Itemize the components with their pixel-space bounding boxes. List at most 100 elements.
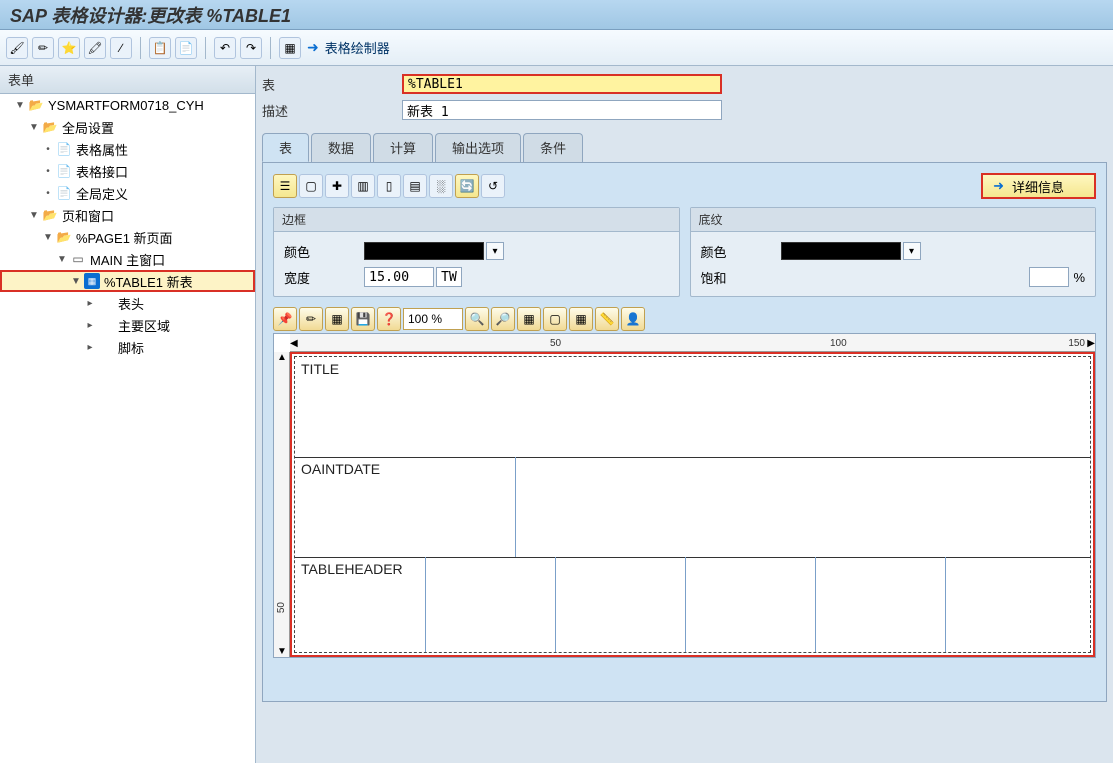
- refresh-icon[interactable]: 🔄: [455, 174, 479, 198]
- tab[interactable]: 数据: [311, 133, 371, 162]
- details-label: 详细信息: [1012, 177, 1064, 196]
- tree-node-label: %TABLE1 新表: [104, 272, 193, 291]
- tool-undo-icon[interactable]: ↶: [214, 37, 236, 59]
- pattern-btn-1-icon[interactable]: ☰: [273, 174, 297, 198]
- tree-item[interactable]: •📄全局定义: [0, 182, 255, 204]
- tree-toggle-icon[interactable]: ▸: [84, 320, 96, 331]
- undo-icon[interactable]: ↺: [481, 174, 505, 198]
- pattern-btn-3-icon[interactable]: ✚: [325, 174, 349, 198]
- table-name-input[interactable]: [402, 74, 722, 94]
- border-width-label: 宽度: [284, 268, 364, 287]
- shading-color-swatch[interactable]: [781, 242, 901, 260]
- description-label: 描述: [262, 101, 402, 120]
- ruler-tick: 50: [276, 602, 287, 613]
- tree-item[interactable]: ▼📂页和窗口: [0, 204, 255, 226]
- tree-toggle-icon[interactable]: ▼: [28, 122, 40, 133]
- description-input[interactable]: [402, 100, 722, 120]
- table-painter-label[interactable]: 表格绘制器: [325, 38, 390, 57]
- tool-brush-icon[interactable]: 🖍: [84, 37, 106, 59]
- tool-layout-icon[interactable]: ▦: [279, 37, 301, 59]
- ruler-tick: 100: [830, 338, 847, 349]
- tree-toggle-icon[interactable]: ▼: [28, 210, 40, 221]
- border-color-picker-icon[interactable]: ▾: [486, 242, 504, 260]
- window-title: SAP 表格设计器:更改表 %TABLE1: [10, 2, 291, 28]
- col-divider: [945, 557, 946, 652]
- zoom-in-icon[interactable]: 🔍: [465, 307, 489, 331]
- tree-node-icon: 📂: [28, 97, 44, 113]
- table-editor[interactable]: ◀ 50 100 150 ▶ ▲ 50 ▼: [273, 333, 1096, 658]
- pattern-btn-6-icon[interactable]: ▤: [403, 174, 427, 198]
- editor-toolbar: 📌 ✏ ▦ 💾 ❓ 100 % 🔍 🔎 ▦ ▢ ▦ 📏 👤: [273, 307, 1096, 331]
- tree-toggle-icon[interactable]: ▼: [56, 254, 68, 265]
- tree-toggle-icon[interactable]: •: [42, 166, 54, 177]
- tree-toggle-icon[interactable]: •: [42, 144, 54, 155]
- shading-group: 底纹 颜色 ▾ 饱和 %: [690, 207, 1097, 297]
- main-layout: 表单 ▼📂YSMARTFORM0718_CYH▼📂全局设置•📄表格属性•📄表格接…: [0, 66, 1113, 763]
- tree-item[interactable]: •📄表格接口: [0, 160, 255, 182]
- border-color-swatch[interactable]: [364, 242, 484, 260]
- tool-slash-icon[interactable]: ∕: [110, 37, 132, 59]
- pattern-btn-5-icon[interactable]: ▯: [377, 174, 401, 198]
- grid1-icon[interactable]: ▢: [543, 307, 567, 331]
- tree-node-icon: [98, 339, 114, 355]
- zoom-out-icon[interactable]: 🔎: [491, 307, 515, 331]
- pattern-btn-4-icon[interactable]: ▥: [351, 174, 375, 198]
- tree-item[interactable]: ▸ 脚标: [0, 336, 255, 358]
- tree-node-label: 脚标: [118, 338, 144, 357]
- select-icon[interactable]: ▦: [517, 307, 541, 331]
- tree-item[interactable]: ▸表头: [0, 292, 255, 314]
- tree-toggle-icon[interactable]: ▼: [42, 232, 54, 243]
- tree-node-label: %PAGE1 新页面: [76, 228, 173, 247]
- border-group: 边框 颜色 ▾ 宽度 TW: [273, 207, 680, 297]
- pattern-btn-7-icon[interactable]: ░: [429, 174, 453, 198]
- col-divider: [555, 557, 556, 652]
- tree-item[interactable]: ▸主要区域: [0, 314, 255, 336]
- save-icon[interactable]: 💾: [351, 307, 375, 331]
- tool-activate-icon[interactable]: 🖌: [6, 37, 28, 59]
- tab-body: ☰ ▢ ✚ ▥ ▯ ▤ ░ 🔄 ↺ ➜ 详细信息 边框: [262, 162, 1107, 702]
- tool-test-icon[interactable]: ⭐: [58, 37, 80, 59]
- tree-toggle-icon[interactable]: ▸: [84, 298, 96, 309]
- tab[interactable]: 表: [262, 133, 309, 162]
- tree-node-label: YSMARTFORM0718_CYH: [48, 98, 204, 113]
- pen-icon[interactable]: ✏: [299, 307, 323, 331]
- tree-toggle-icon[interactable]: •: [42, 188, 54, 199]
- tree-item[interactable]: ▼📂 YSMARTFORM0718_CYH: [0, 94, 255, 116]
- pin-icon[interactable]: 📌: [273, 307, 297, 331]
- tree-item[interactable]: ▼📂全局设置: [0, 116, 255, 138]
- tree-item[interactable]: ▼▦%TABLE1 新表: [0, 270, 255, 292]
- pattern-btn-2-icon[interactable]: ▢: [299, 174, 323, 198]
- tool-redo-icon[interactable]: ↷: [240, 37, 262, 59]
- grid-icon[interactable]: ▦: [325, 307, 349, 331]
- tab[interactable]: 输出选项: [435, 133, 521, 162]
- shading-sat-input[interactable]: [1029, 267, 1069, 287]
- zoom-value[interactable]: 100 %: [403, 308, 463, 330]
- tree-item[interactable]: ▼▭MAIN 主窗口: [0, 248, 255, 270]
- row-divider: [295, 457, 1090, 458]
- measure-icon[interactable]: 📏: [595, 307, 619, 331]
- ruler-tick: 150: [1068, 338, 1085, 349]
- tab[interactable]: 计算: [373, 133, 433, 162]
- tool-check-icon[interactable]: ✏: [32, 37, 54, 59]
- border-color-label: 颜色: [284, 242, 364, 261]
- cell-tableheader: TABLEHEADER: [301, 561, 403, 577]
- help-icon[interactable]: ❓: [377, 307, 401, 331]
- nav-tree[interactable]: ▼📂YSMARTFORM0718_CYH▼📂全局设置•📄表格属性•📄表格接口•📄…: [0, 94, 255, 763]
- tree-toggle-icon[interactable]: ▼: [70, 276, 82, 287]
- tree-item[interactable]: ▼📂%PAGE1 新页面: [0, 226, 255, 248]
- details-button[interactable]: ➜ 详细信息: [981, 173, 1096, 199]
- tool-paste-icon[interactable]: 📄: [175, 37, 197, 59]
- tree-toggle-icon[interactable]: ▼: [14, 100, 26, 111]
- tree-node-icon: 📄: [56, 141, 72, 157]
- grid2-icon[interactable]: ▦: [569, 307, 593, 331]
- tab[interactable]: 条件: [523, 133, 583, 162]
- shading-color-picker-icon[interactable]: ▾: [903, 242, 921, 260]
- tool-copy-icon[interactable]: 📋: [149, 37, 171, 59]
- border-width-unit[interactable]: TW: [436, 267, 462, 287]
- canvas[interactable]: TITLE OAINTDATE TABLEHEADER: [290, 352, 1095, 657]
- tree-toggle-icon[interactable]: ▸: [84, 342, 96, 353]
- border-width-input[interactable]: [364, 267, 434, 287]
- tree-item[interactable]: •📄表格属性: [0, 138, 255, 160]
- user-icon[interactable]: 👤: [621, 307, 645, 331]
- table-name-row: 表: [262, 72, 1107, 96]
